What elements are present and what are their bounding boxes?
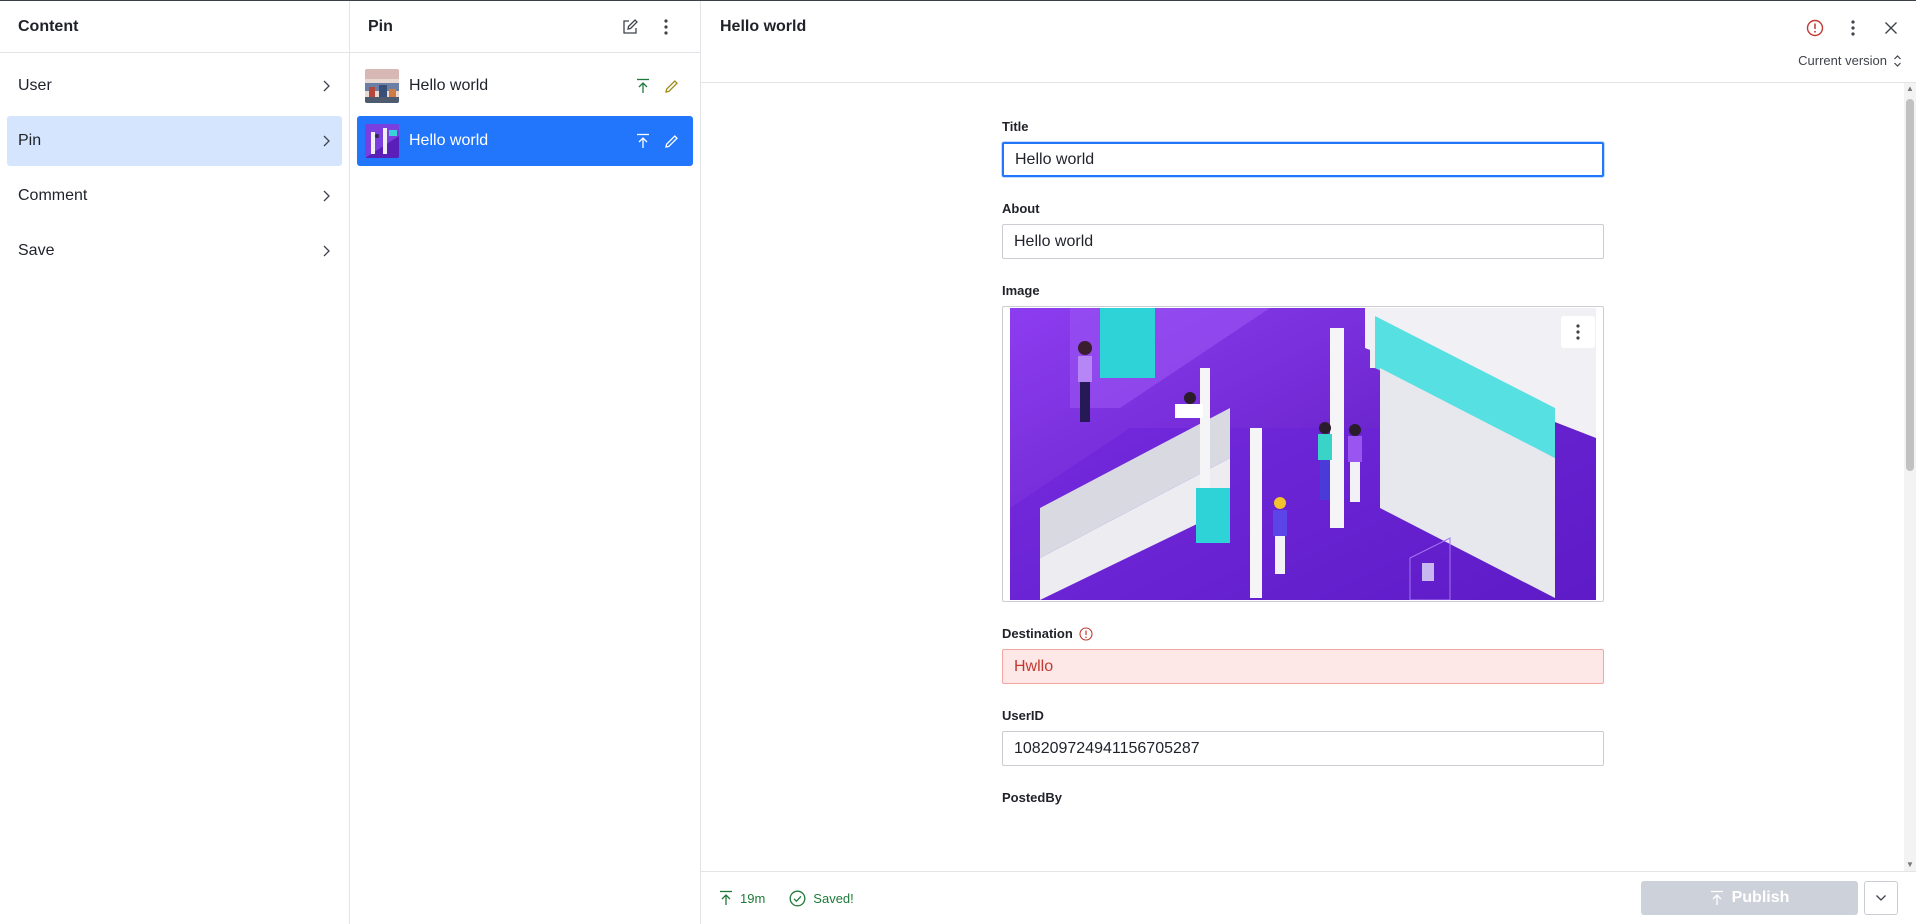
chevron-right-icon <box>323 80 330 92</box>
field-userid: UserID <box>1002 708 1604 766</box>
editor-form-area: Title About Image <box>701 83 1904 871</box>
save-status-text: Saved! <box>813 890 854 906</box>
content-pane-header: Content <box>0 1 349 53</box>
field-label: Title <box>1002 119 1029 134</box>
draft-status <box>657 72 685 100</box>
sidebar-item-save[interactable]: Save <box>7 226 342 276</box>
sidebar-item-label: User <box>18 77 52 94</box>
field-label: About <box>1002 201 1040 216</box>
sidebar-item-label: Save <box>18 242 55 259</box>
publish-arrow-icon <box>637 78 649 93</box>
editor-header: Hello world Current version <box>701 1 1916 83</box>
chevron-right-icon <box>323 190 330 202</box>
pin-pane-title: Pin <box>368 17 393 35</box>
close-icon <box>1885 22 1897 34</box>
field-about: About <box>1002 201 1604 259</box>
image-preview[interactable] <box>1002 306 1604 602</box>
scroll-down-arrow-icon[interactable]: ▼ <box>1906 861 1914 869</box>
editor-scrollbar[interactable]: ▲ ▼ <box>1904 83 1916 871</box>
field-label: Image <box>1002 283 1040 298</box>
about-input[interactable] <box>1002 224 1604 259</box>
warning-circle-icon <box>1079 626 1093 641</box>
field-postedby: PostedBy <box>1002 790 1604 805</box>
validation-button[interactable] <box>1796 12 1834 44</box>
version-label: Current version <box>1798 53 1887 68</box>
publish-menu-button[interactable] <box>1864 881 1898 915</box>
close-pane-button[interactable] <box>1872 12 1910 44</box>
content-pane-title: Content <box>18 17 79 35</box>
pin-document-list: Hello world Hello world <box>350 53 700 179</box>
published-status <box>629 72 657 100</box>
document-item-2[interactable]: Hello world <box>357 116 693 166</box>
more-vertical-icon <box>1576 324 1580 340</box>
field-title: Title <box>1002 119 1604 177</box>
publish-arrow-icon <box>637 133 649 148</box>
field-label: PostedBy <box>1002 790 1062 805</box>
content-type-list: User Pin Comment Save <box>0 53 349 289</box>
sidebar-item-user[interactable]: User <box>7 61 342 111</box>
warning-circle-icon <box>1806 19 1824 37</box>
field-label: UserID <box>1002 708 1044 723</box>
document-title: Hello world <box>409 77 489 94</box>
sidebar-item-label: Comment <box>18 187 88 204</box>
version-selector[interactable]: Current version <box>1798 53 1902 68</box>
sidebar-item-pin[interactable]: Pin <box>7 116 342 166</box>
document-thumbnail <box>365 69 399 103</box>
chevron-right-icon <box>323 245 330 257</box>
compose-button[interactable] <box>614 11 646 43</box>
chevron-down-icon <box>1876 895 1886 901</box>
publish-arrow-icon <box>1710 890 1723 905</box>
document-editor-pane: Hello world Current version Title About <box>701 1 1916 924</box>
sidebar-item-label: Pin <box>18 132 42 149</box>
userid-input[interactable] <box>1002 731 1604 766</box>
scrollbar-thumb[interactable] <box>1906 99 1914 471</box>
save-status: Saved! <box>789 890 854 907</box>
field-label: Destination <box>1002 626 1604 641</box>
document-item-1[interactable]: Hello world <box>357 61 693 111</box>
publish-button[interactable]: Publish <box>1641 881 1858 915</box>
editor-footer: 19m Saved! Publish <box>701 871 1916 924</box>
pencil-icon <box>664 134 678 148</box>
publish-arrow-icon <box>720 890 732 905</box>
more-vertical-icon <box>1851 20 1855 36</box>
title-input[interactable] <box>1002 142 1604 177</box>
pin-pane: Pin Hello world Hello world <box>350 1 701 924</box>
check-circle-icon <box>789 890 806 906</box>
pin-pane-menu-button[interactable] <box>650 11 682 43</box>
pencil-icon <box>664 79 678 93</box>
published-time-status: 19m <box>719 890 765 906</box>
document-thumbnail <box>365 124 399 158</box>
document-title-heading: Hello world <box>720 18 807 35</box>
field-image: Image <box>1002 283 1604 602</box>
sidebar-item-comment[interactable]: Comment <box>7 171 342 221</box>
image-illustration <box>1010 308 1596 600</box>
document-form: Title About Image <box>1002 119 1604 829</box>
compose-icon <box>623 18 638 34</box>
field-destination: Destination <box>1002 626 1604 684</box>
scroll-up-arrow-icon[interactable]: ▲ <box>1906 85 1914 93</box>
pin-pane-header: Pin <box>350 1 700 53</box>
document-menu-button[interactable] <box>1834 12 1872 44</box>
destination-input[interactable] <box>1002 649 1604 684</box>
image-menu-button[interactable] <box>1561 316 1595 348</box>
draft-status <box>657 127 685 155</box>
chevron-up-down-icon <box>1894 54 1901 67</box>
published-ago-text: 19m <box>740 890 766 906</box>
more-vertical-icon <box>664 18 668 35</box>
publish-label: Publish <box>1731 889 1790 906</box>
chevron-right-icon <box>323 135 330 147</box>
published-status <box>629 127 657 155</box>
content-pane: Content User Pin Comment Save <box>0 1 350 924</box>
document-title: Hello world <box>409 132 489 149</box>
